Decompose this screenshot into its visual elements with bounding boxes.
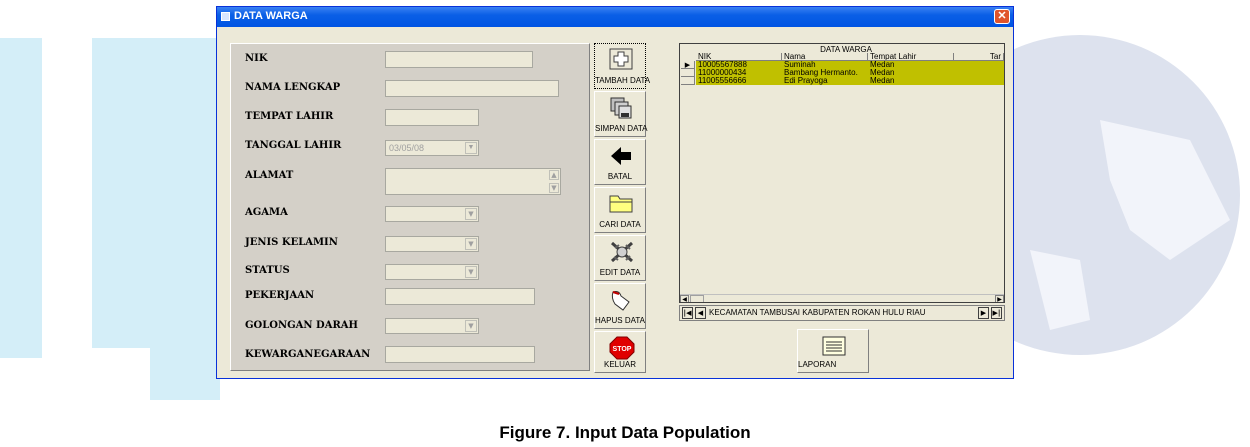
cell-nik: 11005556666 [698, 77, 747, 85]
navigator-caption: KECAMATAN TAMBUSAI KABUPATEN ROKAN HULU … [709, 308, 926, 317]
cell-nik: 10005567888 [698, 61, 747, 69]
label-agama: AGAMA [245, 207, 288, 218]
window-icon [221, 12, 230, 21]
stop-sign-icon: STOP [609, 336, 635, 360]
edit-data-button[interactable]: EDIT DATA [594, 235, 646, 281]
prev-record-icon[interactable]: ◀ [695, 307, 706, 319]
keluar-label: KELUAR [603, 360, 636, 369]
cell-nama: Bambang Hermanto. [784, 69, 858, 77]
hapus-data-button[interactable]: HAPUS DATA [594, 283, 646, 329]
tambah-data-button[interactable]: TAMBAH DATA [594, 43, 651, 89]
eraser-hand-icon [611, 291, 630, 311]
edit-data-label: EDIT DATA [599, 268, 641, 277]
tambah-data-label: TAMBAH DATA [595, 76, 651, 85]
simpan-data-label: SIMPAN DATA [595, 124, 648, 133]
agama-select[interactable]: ▼ [385, 206, 479, 222]
tools-icon [610, 241, 634, 263]
kewarganegaraan-input[interactable] [385, 346, 535, 363]
tempat-lahir-input[interactable] [385, 109, 479, 126]
save-disks-icon [610, 97, 632, 119]
cell-nik: 11000000434 [698, 69, 747, 77]
chevron-down-icon[interactable]: ▼ [465, 238, 477, 250]
form-panel: NIK NAMA LENGKAP TEMPAT LAHIR TANGGAL LA… [230, 43, 590, 371]
column-header[interactable]: Nama [782, 53, 868, 61]
label-alamat: ALAMAT [245, 170, 294, 181]
cari-data-button[interactable]: CARI DATA [594, 187, 646, 233]
tanggal-lahir-picker[interactable]: 03/05/08 ▼ [385, 140, 479, 156]
watermark-letters [0, 38, 220, 400]
batal-label: BATAL [607, 172, 633, 181]
status-select[interactable]: ▼ [385, 264, 479, 280]
record-navigator: |◀ ◀ KECAMATAN TAMBUSAI KABUPATEN ROKAN … [679, 305, 1005, 321]
hapus-data-label: HAPUS DATA [595, 316, 645, 325]
next-record-icon[interactable]: ▶ [978, 307, 989, 319]
label-tanggal-lahir: TANGGAL LAHIR [245, 140, 342, 151]
column-header[interactable]: Tempat Lahir [868, 53, 954, 61]
label-nama-lengkap: NAMA LENGKAP [245, 82, 341, 93]
folder-icon [609, 195, 633, 213]
row-selector[interactable] [681, 77, 695, 85]
label-kewarganegaraan: KEWARGANEGARAAN [245, 349, 371, 360]
label-status: STATUS [245, 265, 290, 276]
label-golongan-darah: GOLONGAN DARAH [245, 320, 359, 331]
cell-tempat-lahir: Medan [870, 69, 895, 77]
title-bar[interactable]: DATA WARGA ✕ [217, 7, 1013, 27]
nama-lengkap-input[interactable] [385, 80, 559, 97]
row-pointer-icon[interactable]: ▶ [681, 61, 695, 69]
scroll-left-icon[interactable]: ◀ [680, 295, 689, 302]
scroll-up-icon[interactable]: ▲ [549, 170, 559, 180]
cari-data-label: CARI DATA [599, 220, 641, 229]
label-tempat-lahir: TEMPAT LAHIR [245, 111, 334, 122]
cell-nama: Edi Prayoga [784, 77, 828, 85]
label-pekerjaan: PEKERJAAN [245, 290, 315, 301]
label-jenis-kelamin: JENIS KELAMIN [245, 237, 338, 248]
keluar-button[interactable]: STOP KELUAR [594, 331, 646, 373]
report-icon [822, 336, 846, 356]
scroll-down-icon[interactable]: ▼ [549, 183, 559, 193]
chevron-down-icon[interactable]: ▼ [465, 142, 477, 154]
row-selector[interactable] [681, 69, 695, 77]
table-row[interactable]: 11005556666 Edi Prayoga Medan [696, 77, 1004, 85]
chevron-down-icon[interactable]: ▼ [465, 266, 477, 278]
column-header[interactable]: Tar [954, 53, 1004, 61]
alamat-textarea[interactable]: ▲ ▼ [385, 168, 561, 195]
laporan-label: LAPORAN [798, 360, 837, 369]
scroll-right-icon[interactable]: ▶ [995, 295, 1004, 302]
scroll-thumb[interactable] [690, 295, 704, 302]
table-row[interactable]: 10005567888 Suminah Medan [696, 61, 1004, 69]
jenis-kelamin-select[interactable]: ▼ [385, 236, 479, 252]
golongan-darah-select[interactable]: ▼ [385, 318, 479, 334]
add-icon [609, 48, 633, 70]
data-warga-grid[interactable]: DATA WARGA NIK Nama Tempat Lahir Tar ▶ 1… [679, 43, 1005, 303]
label-nik: NIK [245, 53, 268, 64]
chevron-down-icon[interactable]: ▼ [465, 320, 477, 332]
close-button[interactable]: ✕ [994, 9, 1010, 24]
figure-caption: Figure 7. Input Data Population [499, 423, 751, 442]
table-row[interactable]: 11000000434 Bambang Hermanto. Medan [696, 69, 1004, 77]
cell-tempat-lahir: Medan [870, 77, 895, 85]
horizontal-scrollbar[interactable]: ◀ ▶ [680, 294, 1004, 302]
last-record-icon[interactable]: ▶| [991, 307, 1002, 319]
nik-input[interactable] [385, 51, 533, 68]
window-title: DATA WARGA [234, 10, 308, 22]
back-arrow-icon [611, 147, 631, 165]
stop-sign-text: STOP [613, 346, 632, 353]
column-header[interactable]: NIK [696, 53, 782, 61]
cell-nama: Suminah [784, 61, 816, 69]
simpan-data-button[interactable]: SIMPAN DATA [594, 91, 648, 137]
batal-button[interactable]: BATAL [594, 139, 646, 185]
chevron-down-icon[interactable]: ▼ [465, 208, 477, 220]
laporan-button[interactable]: LAPORAN [797, 329, 869, 373]
pekerjaan-input[interactable] [385, 288, 535, 305]
tanggal-lahir-value: 03/05/08 [389, 143, 425, 153]
cell-tempat-lahir: Medan [870, 61, 895, 69]
data-warga-window: DATA WARGA ✕ NIK NAMA LENGKAP TEMPAT LAH… [216, 6, 1014, 379]
first-record-icon[interactable]: |◀ [682, 307, 693, 319]
